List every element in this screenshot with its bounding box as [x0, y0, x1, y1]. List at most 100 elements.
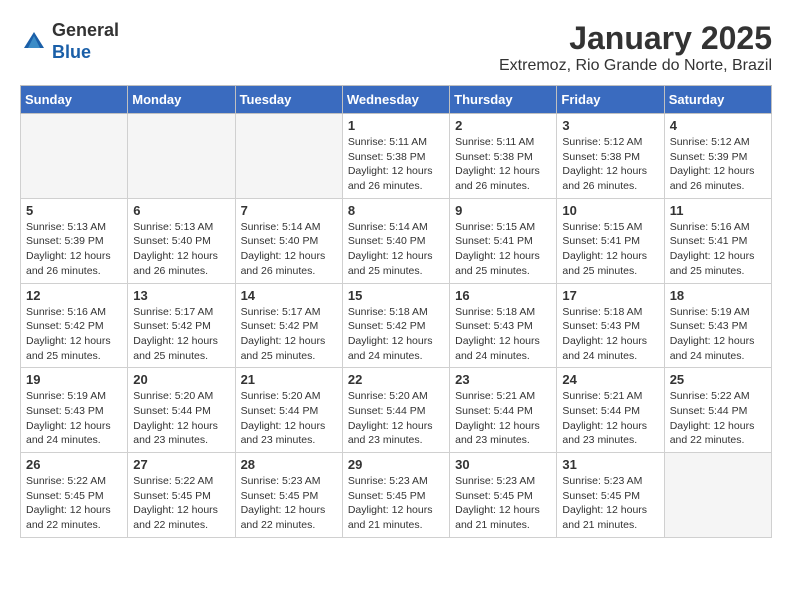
calendar-cell: 13 Sunrise: 5:17 AM Sunset: 5:42 PM Dayli… — [128, 283, 235, 368]
day-info: Sunrise: 5:23 AM Sunset: 5:45 PM Dayligh… — [348, 474, 444, 533]
column-header-monday: Monday — [128, 86, 235, 114]
calendar-cell — [21, 114, 128, 199]
logo-icon — [20, 28, 48, 56]
day-number: 19 — [26, 372, 122, 387]
day-number: 24 — [562, 372, 658, 387]
day-number: 11 — [670, 203, 766, 218]
column-header-thursday: Thursday — [450, 86, 557, 114]
day-number: 23 — [455, 372, 551, 387]
day-number: 31 — [562, 457, 658, 472]
calendar-cell: 30 Sunrise: 5:23 AM Sunset: 5:45 PM Dayli… — [450, 453, 557, 538]
calendar-cell: 17Sunrise: 5:18 AM Sunset: 5:43 PM Dayli… — [557, 283, 664, 368]
calendar-cell: 16 Sunrise: 5:18 AM Sunset: 5:43 PM Dayli… — [450, 283, 557, 368]
day-number: 20 — [133, 372, 229, 387]
day-info: Sunrise: 5:15 AM Sunset: 5:41 PM Dayligh… — [455, 220, 551, 279]
day-number: 30 — [455, 457, 551, 472]
calendar-cell: 19 Sunrise: 5:19 AM Sunset: 5:43 PM Dayli… — [21, 368, 128, 453]
day-number: 26 — [26, 457, 122, 472]
day-number: 10 — [562, 203, 658, 218]
day-number: 15 — [348, 288, 444, 303]
day-info: Sunrise: 5:19 AM Sunset: 5:43 PM Dayligh… — [670, 305, 766, 364]
day-number: 13 — [133, 288, 229, 303]
calendar-cell: 10Sunrise: 5:15 AM Sunset: 5:41 PM Dayli… — [557, 198, 664, 283]
logo-general: General — [52, 20, 119, 40]
day-info: Sunrise: 5:17 AM Sunset: 5:42 PM Dayligh… — [133, 305, 229, 364]
day-info: Sunrise: 5:16 AM Sunset: 5:42 PM Dayligh… — [26, 305, 122, 364]
day-info: Sunrise: 5:13 AM Sunset: 5:40 PM Dayligh… — [133, 220, 229, 279]
calendar-cell: 25Sunrise: 5:22 AM Sunset: 5:44 PM Dayli… — [664, 368, 771, 453]
day-info: Sunrise: 5:23 AM Sunset: 5:45 PM Dayligh… — [241, 474, 337, 533]
day-info: Sunrise: 5:21 AM Sunset: 5:44 PM Dayligh… — [455, 389, 551, 448]
day-info: Sunrise: 5:13 AM Sunset: 5:39 PM Dayligh… — [26, 220, 122, 279]
day-info: Sunrise: 5:20 AM Sunset: 5:44 PM Dayligh… — [348, 389, 444, 448]
calendar-week-row: 5 Sunrise: 5:13 AM Sunset: 5:39 PM Daylig… — [21, 198, 772, 283]
day-number: 14 — [241, 288, 337, 303]
calendar-week-row: 19 Sunrise: 5:19 AM Sunset: 5:43 PM Dayli… — [21, 368, 772, 453]
day-number: 29 — [348, 457, 444, 472]
logo-blue: Blue — [52, 42, 91, 62]
calendar-cell: 22 Sunrise: 5:20 AM Sunset: 5:44 PM Dayli… — [342, 368, 449, 453]
day-info: Sunrise: 5:16 AM Sunset: 5:41 PM Dayligh… — [670, 220, 766, 279]
calendar-cell: 15 Sunrise: 5:18 AM Sunset: 5:42 PM Dayli… — [342, 283, 449, 368]
logo-text: General Blue — [52, 20, 119, 63]
day-info: Sunrise: 5:20 AM Sunset: 5:44 PM Dayligh… — [133, 389, 229, 448]
day-info: Sunrise: 5:14 AM Sunset: 5:40 PM Dayligh… — [348, 220, 444, 279]
day-info: Sunrise: 5:11 AM Sunset: 5:38 PM Dayligh… — [455, 135, 551, 194]
calendar-cell — [664, 453, 771, 538]
calendar-cell: 14 Sunrise: 5:17 AM Sunset: 5:42 PM Dayli… — [235, 283, 342, 368]
calendar-week-row: 26 Sunrise: 5:22 AM Sunset: 5:45 PM Dayli… — [21, 453, 772, 538]
day-info: Sunrise: 5:20 AM Sunset: 5:44 PM Dayligh… — [241, 389, 337, 448]
day-info: Sunrise: 5:12 AM Sunset: 5:39 PM Dayligh… — [670, 135, 766, 194]
calendar-cell: 2 Sunrise: 5:11 AM Sunset: 5:38 PM Daylig… — [450, 114, 557, 199]
day-number: 3 — [562, 118, 658, 133]
calendar-cell: 29 Sunrise: 5:23 AM Sunset: 5:45 PM Dayli… — [342, 453, 449, 538]
day-number: 4 — [670, 118, 766, 133]
day-info: Sunrise: 5:22 AM Sunset: 5:45 PM Dayligh… — [26, 474, 122, 533]
calendar-cell: 23 Sunrise: 5:21 AM Sunset: 5:44 PM Dayli… — [450, 368, 557, 453]
calendar-week-row: 1Sunrise: 5:11 AM Sunset: 5:38 PM Daylig… — [21, 114, 772, 199]
day-info: Sunrise: 5:18 AM Sunset: 5:43 PM Dayligh… — [455, 305, 551, 364]
day-number: 2 — [455, 118, 551, 133]
column-header-tuesday: Tuesday — [235, 86, 342, 114]
calendar-cell: 31Sunrise: 5:23 AM Sunset: 5:45 PM Dayli… — [557, 453, 664, 538]
calendar-cell: 3 Sunrise: 5:12 AM Sunset: 5:38 PM Daylig… — [557, 114, 664, 199]
day-info: Sunrise: 5:17 AM Sunset: 5:42 PM Dayligh… — [241, 305, 337, 364]
day-info: Sunrise: 5:23 AM Sunset: 5:45 PM Dayligh… — [455, 474, 551, 533]
page-header: General Blue January 2025 Extremoz, Rio … — [20, 20, 772, 75]
day-number: 28 — [241, 457, 337, 472]
day-info: Sunrise: 5:21 AM Sunset: 5:44 PM Dayligh… — [562, 389, 658, 448]
calendar-cell: 11 Sunrise: 5:16 AM Sunset: 5:41 PM Dayli… — [664, 198, 771, 283]
calendar-header-row: SundayMondayTuesdayWednesdayThursdayFrid… — [21, 86, 772, 114]
day-number: 17 — [562, 288, 658, 303]
column-header-wednesday: Wednesday — [342, 86, 449, 114]
day-number: 8 — [348, 203, 444, 218]
column-header-sunday: Sunday — [21, 86, 128, 114]
day-number: 16 — [455, 288, 551, 303]
day-number: 21 — [241, 372, 337, 387]
month-title: January 2025 — [499, 20, 772, 57]
calendar-cell: 1Sunrise: 5:11 AM Sunset: 5:38 PM Daylig… — [342, 114, 449, 199]
day-number: 27 — [133, 457, 229, 472]
day-number: 5 — [26, 203, 122, 218]
calendar-cell: 24 Sunrise: 5:21 AM Sunset: 5:44 PM Dayli… — [557, 368, 664, 453]
calendar-week-row: 12Sunrise: 5:16 AM Sunset: 5:42 PM Dayli… — [21, 283, 772, 368]
day-number: 7 — [241, 203, 337, 218]
column-header-saturday: Saturday — [664, 86, 771, 114]
calendar-cell: 26 Sunrise: 5:22 AM Sunset: 5:45 PM Dayli… — [21, 453, 128, 538]
day-info: Sunrise: 5:14 AM Sunset: 5:40 PM Dayligh… — [241, 220, 337, 279]
calendar-cell: 12Sunrise: 5:16 AM Sunset: 5:42 PM Dayli… — [21, 283, 128, 368]
day-info: Sunrise: 5:12 AM Sunset: 5:38 PM Dayligh… — [562, 135, 658, 194]
calendar-cell: 28 Sunrise: 5:23 AM Sunset: 5:45 PM Dayli… — [235, 453, 342, 538]
calendar-cell: 8 Sunrise: 5:14 AM Sunset: 5:40 PM Daylig… — [342, 198, 449, 283]
day-number: 6 — [133, 203, 229, 218]
day-info: Sunrise: 5:19 AM Sunset: 5:43 PM Dayligh… — [26, 389, 122, 448]
calendar-cell: 7 Sunrise: 5:14 AM Sunset: 5:40 PM Daylig… — [235, 198, 342, 283]
day-number: 25 — [670, 372, 766, 387]
day-number: 22 — [348, 372, 444, 387]
calendar-cell: 4 Sunrise: 5:12 AM Sunset: 5:39 PM Daylig… — [664, 114, 771, 199]
calendar-cell: 9Sunrise: 5:15 AM Sunset: 5:41 PM Daylig… — [450, 198, 557, 283]
day-info: Sunrise: 5:18 AM Sunset: 5:42 PM Dayligh… — [348, 305, 444, 364]
calendar-cell: 18Sunrise: 5:19 AM Sunset: 5:43 PM Dayli… — [664, 283, 771, 368]
day-info: Sunrise: 5:11 AM Sunset: 5:38 PM Dayligh… — [348, 135, 444, 194]
calendar-cell: 5 Sunrise: 5:13 AM Sunset: 5:39 PM Daylig… — [21, 198, 128, 283]
